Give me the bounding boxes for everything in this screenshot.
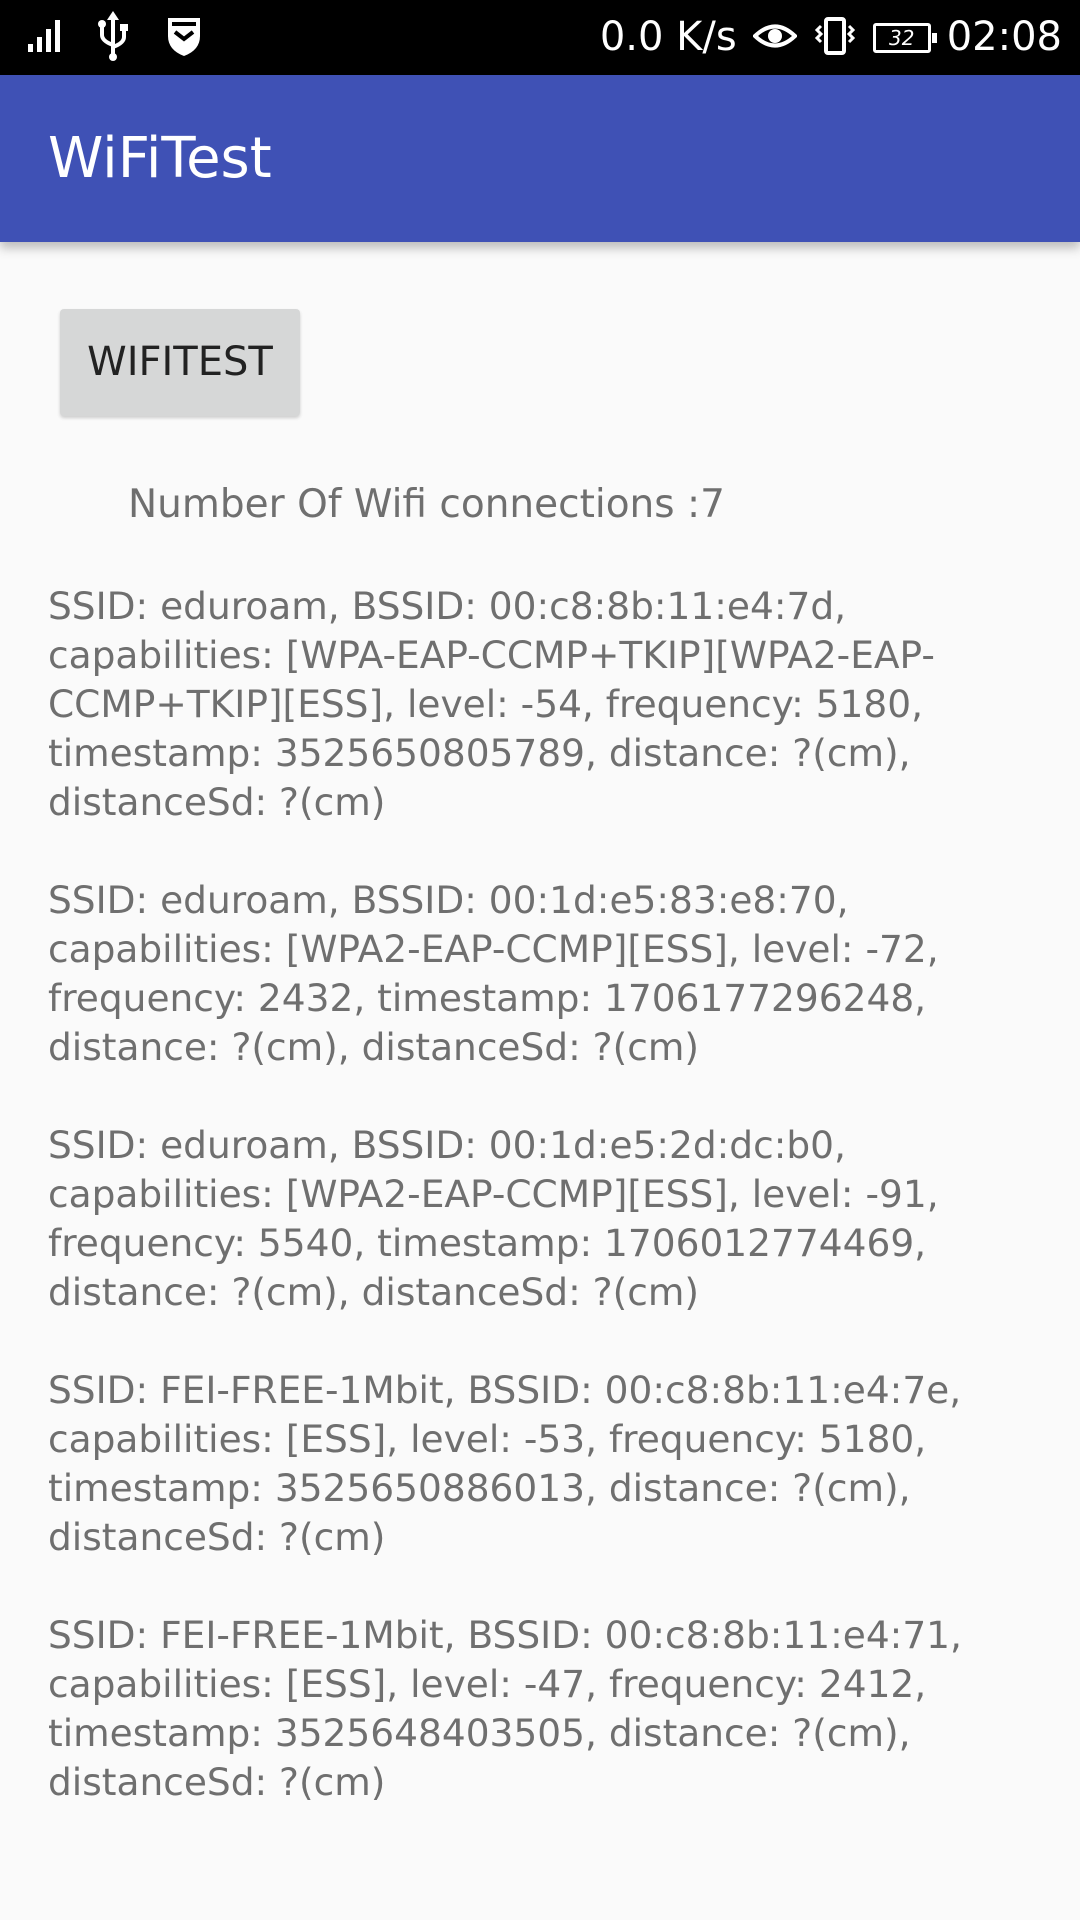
list-item: SSID: FEI-FREE-1Mbit, BSSID: 00:c8:8b:11… <box>48 1368 962 1559</box>
battery-level: 32 <box>888 25 915 50</box>
list-item: SSID: eduroam, BSSID: 00:1d:e5:83:e8:70,… <box>48 878 939 1069</box>
bottom-edge <box>0 1872 1080 1920</box>
status-bar-right: 0.0 K/s 32 02:08 <box>600 0 1062 75</box>
wifi-count-label: Number Of Wifi connections :7 <box>128 482 725 527</box>
signal-icon <box>26 18 62 58</box>
wifitest-button[interactable]: WIFITEST <box>60 309 300 416</box>
app-title: WiFiTest <box>48 126 272 191</box>
network-speed: 0.0 K/s <box>599 14 737 60</box>
battery-icon: 32 <box>872 22 937 53</box>
status-bar-left <box>26 11 204 65</box>
app-bar: WiFiTest <box>0 75 1080 242</box>
status-bar: 0.0 K/s 32 02:08 <box>0 0 1080 75</box>
eye-icon <box>751 21 798 55</box>
vibrate-icon <box>813 16 857 60</box>
list-item: SSID: eduroam, BSSID: 00:c8:8b:11:e4:7d,… <box>48 584 935 824</box>
list-item: SSID: FEI-FREE-1Mbit, BSSID: 00:c8:8b:11… <box>48 1613 962 1804</box>
clock: 02:08 <box>946 14 1062 60</box>
list-item: SSID: eduroam, BSSID: 00:1d:e5:2d:dc:b0,… <box>48 1123 939 1314</box>
usb-icon <box>96 11 130 65</box>
scan-results-list: SSID: eduroam, BSSID: 00:c8:8b:11:e4:7d,… <box>48 582 1058 1856</box>
shield-icon <box>164 14 204 62</box>
main-content[interactable]: WIFITEST Number Of Wifi connections :7 S… <box>0 242 1080 1872</box>
